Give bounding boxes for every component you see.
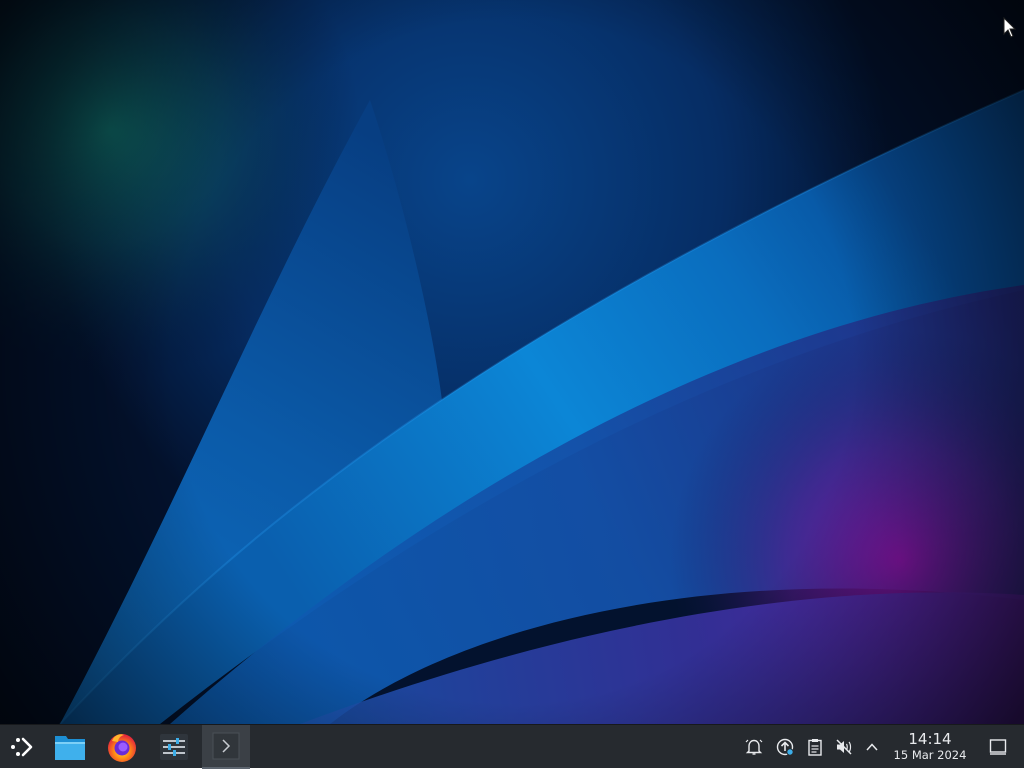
folder-icon — [55, 736, 85, 760]
notifications-bell-icon — [745, 739, 763, 755]
digital-clock[interactable]: 14:14 15 Mar 2024 — [884, 730, 976, 763]
task-dolphin[interactable] — [48, 725, 92, 769]
settings-sliders-icon — [160, 734, 188, 760]
volume-button[interactable] — [833, 735, 855, 759]
task-system-settings[interactable] — [152, 725, 196, 769]
clock-time: 14:14 — [908, 730, 952, 748]
updates-button[interactable] — [774, 735, 796, 759]
terminal-icon — [212, 732, 240, 760]
firefox-icon — [108, 734, 136, 762]
taskbar: 14:14 15 Mar 2024 — [0, 724, 1024, 769]
desktop[interactable] — [0, 0, 1024, 724]
task-konsole[interactable] — [202, 725, 250, 769]
clipboard-icon — [808, 739, 822, 756]
update-icon — [776, 738, 794, 756]
kde-application-launcher-icon — [11, 737, 33, 757]
expand-tray-arrow-icon — [866, 743, 878, 751]
mouse-pointer-icon — [1003, 17, 1017, 38]
notifications-button[interactable] — [743, 735, 765, 759]
show-desktop-button[interactable] — [986, 725, 1010, 769]
task-firefox[interactable] — [100, 725, 144, 769]
expand-tray-button[interactable] — [861, 735, 883, 759]
wallpaper — [0, 0, 1024, 724]
show-desktop-icon — [989, 739, 1007, 755]
clipboard-button[interactable] — [804, 735, 826, 759]
clock-date: 15 Mar 2024 — [893, 748, 967, 762]
application-launcher-button[interactable] — [0, 725, 44, 769]
volume-muted-icon — [836, 739, 852, 755]
